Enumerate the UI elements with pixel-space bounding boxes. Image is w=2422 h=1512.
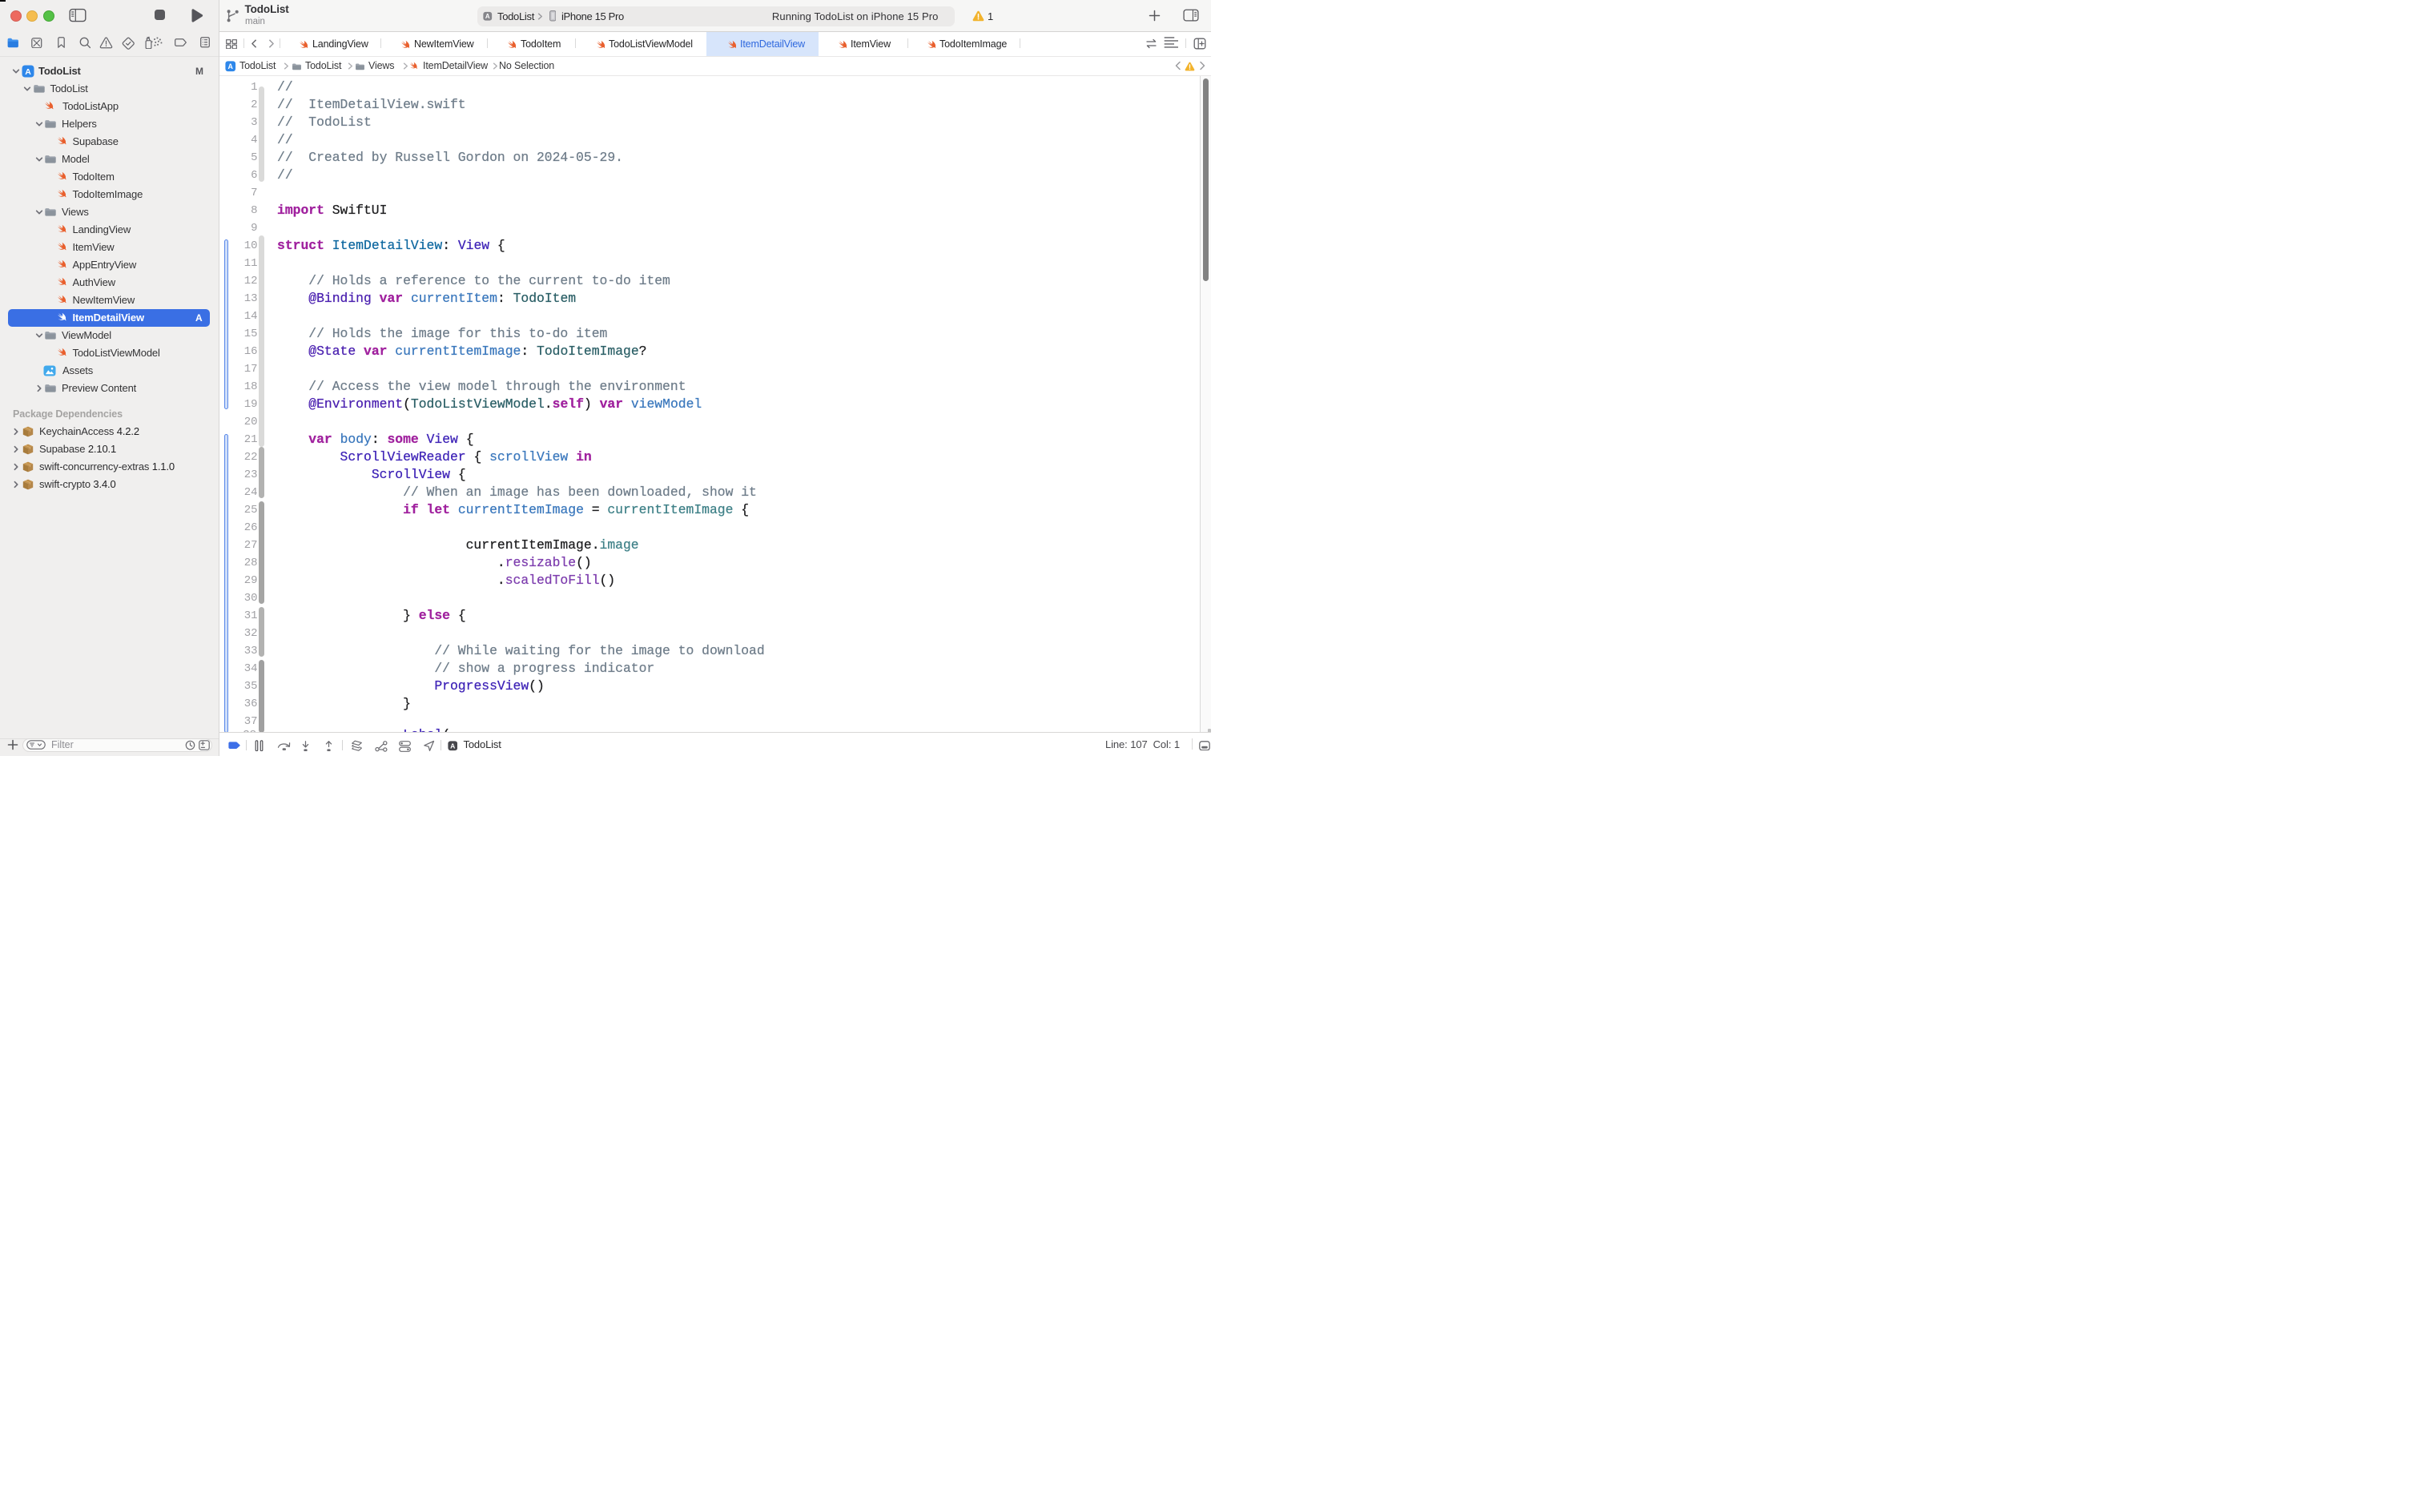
svg-text:A: A	[485, 13, 490, 20]
svg-text:A: A	[228, 62, 234, 70]
svg-text:A: A	[450, 742, 455, 750]
